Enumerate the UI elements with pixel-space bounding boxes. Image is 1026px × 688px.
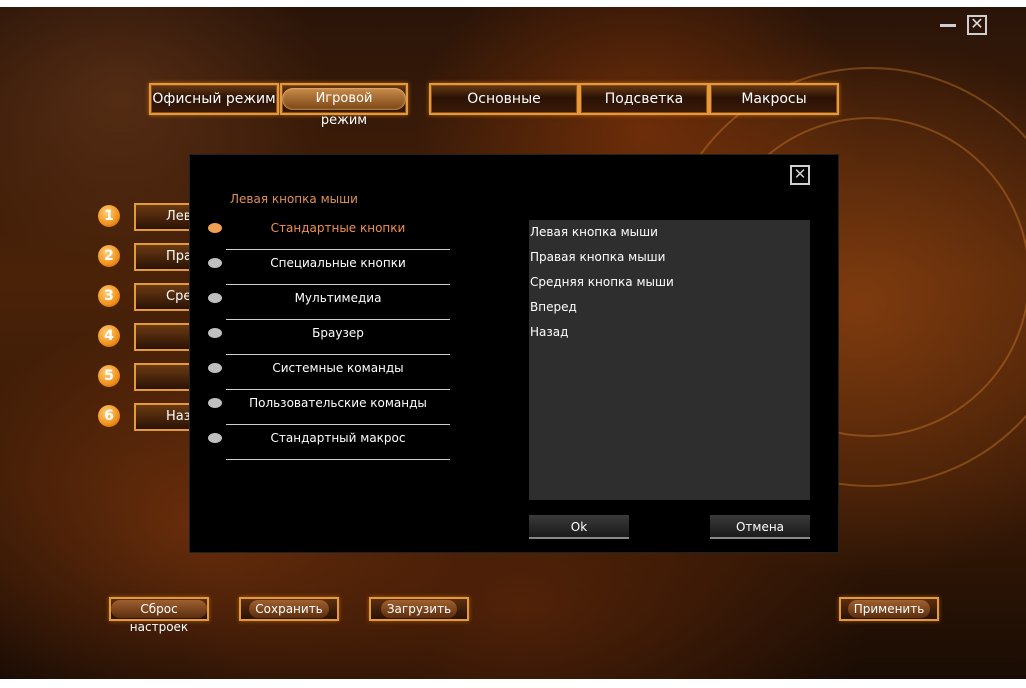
radio-dot-icon (208, 223, 222, 233)
tab-macros[interactable]: Макросы (709, 83, 839, 115)
load-label: Загрузить (380, 600, 458, 618)
save-label: Сохранить (249, 600, 329, 618)
radio-dot-icon (208, 398, 222, 408)
game-mode-label: Игровой режим (282, 88, 406, 128)
row-number-4: 4 (98, 325, 120, 347)
category-user-commands[interactable]: Пользовательские команды (208, 390, 450, 425)
cancel-button[interactable]: Отмена (710, 515, 810, 539)
row-button-4[interactable] (134, 323, 194, 351)
radio-dot-icon (208, 363, 222, 373)
row-number-5: 5 (98, 365, 120, 387)
row-number-3: 3 (98, 285, 120, 307)
category-label: Браузер (312, 326, 364, 340)
save-button[interactable]: Сохранить (239, 597, 339, 621)
category-standard-macro[interactable]: Стандартный макрос (208, 425, 450, 460)
list-item[interactable]: Назад (529, 320, 810, 345)
reset-settings-button[interactable]: Сброс настроек (109, 597, 209, 634)
office-mode-button[interactable]: Офисный режим (149, 83, 279, 115)
row-button-5[interactable] (134, 363, 194, 391)
category-label: Мультимедиа (294, 291, 382, 305)
list-item[interactable]: Средняя кнопка мыши (529, 270, 810, 295)
ok-button[interactable]: Ok (529, 515, 629, 539)
radio-dot-icon (208, 328, 222, 338)
row-button-1[interactable]: Левая кнопка мыши (134, 203, 194, 231)
key-assign-dialog: ✕ Левая кнопка мыши Стандартные кнопки С… (189, 154, 839, 553)
category-standard-buttons[interactable]: Стандартные кнопки (208, 215, 450, 250)
category-label: Стандартный макрос (270, 431, 406, 445)
mouse-config-app: ✕ Офисный режим Игровой режим Основные П… (0, 7, 1026, 679)
row-button-2[interactable]: Правая кнопка мыши (134, 243, 194, 271)
tab-main-label: Основные (467, 91, 541, 107)
category-browser[interactable]: Браузер (208, 320, 450, 355)
dialog-close-button[interactable]: ✕ (790, 165, 810, 185)
load-button[interactable]: Загрузить (369, 597, 469, 621)
row-button-6[interactable]: Назад (134, 403, 194, 431)
category-special-buttons[interactable]: Специальные кнопки (208, 250, 450, 285)
radio-dot-icon (208, 258, 222, 268)
tab-backlight[interactable]: Подсветка (579, 83, 709, 115)
category-label: Системные команды (272, 361, 404, 375)
category-system-commands[interactable]: Системные команды (208, 355, 450, 390)
options-list[interactable]: Левая кнопка мыши Правая кнопка мыши Сре… (529, 220, 810, 500)
dialog-title: Левая кнопка мыши (230, 192, 358, 206)
apply-button[interactable]: Применить (839, 597, 939, 621)
row-number-2: 2 (98, 245, 120, 267)
tab-macros-label: Макросы (741, 91, 807, 107)
list-item[interactable]: Левая кнопка мыши (529, 220, 810, 245)
category-label: Пользовательские команды (249, 396, 427, 410)
row-number-6: 6 (98, 405, 120, 427)
office-mode-label: Офисный режим (152, 91, 276, 107)
category-multimedia[interactable]: Мультимедиа (208, 285, 450, 320)
reset-settings-label: Сброс настроек (111, 600, 207, 634)
row-button-3[interactable]: Средняя кнопка мыши (134, 283, 194, 311)
apply-label: Применить (847, 600, 931, 618)
list-item[interactable]: Вперед (529, 295, 810, 320)
list-item[interactable]: Правая кнопка мыши (529, 245, 810, 270)
radio-dot-icon (208, 433, 222, 443)
category-label: Специальные кнопки (270, 256, 406, 270)
tab-main[interactable]: Основные (429, 83, 579, 115)
radio-dot-icon (208, 293, 222, 303)
close-window-button[interactable]: ✕ (967, 15, 987, 35)
game-mode-button[interactable]: Игровой режим (280, 83, 408, 128)
tab-backlight-label: Подсветка (604, 91, 684, 107)
category-label: Стандартные кнопки (270, 221, 406, 235)
minimize-button[interactable] (938, 15, 958, 35)
row-number-1: 1 (98, 205, 120, 227)
